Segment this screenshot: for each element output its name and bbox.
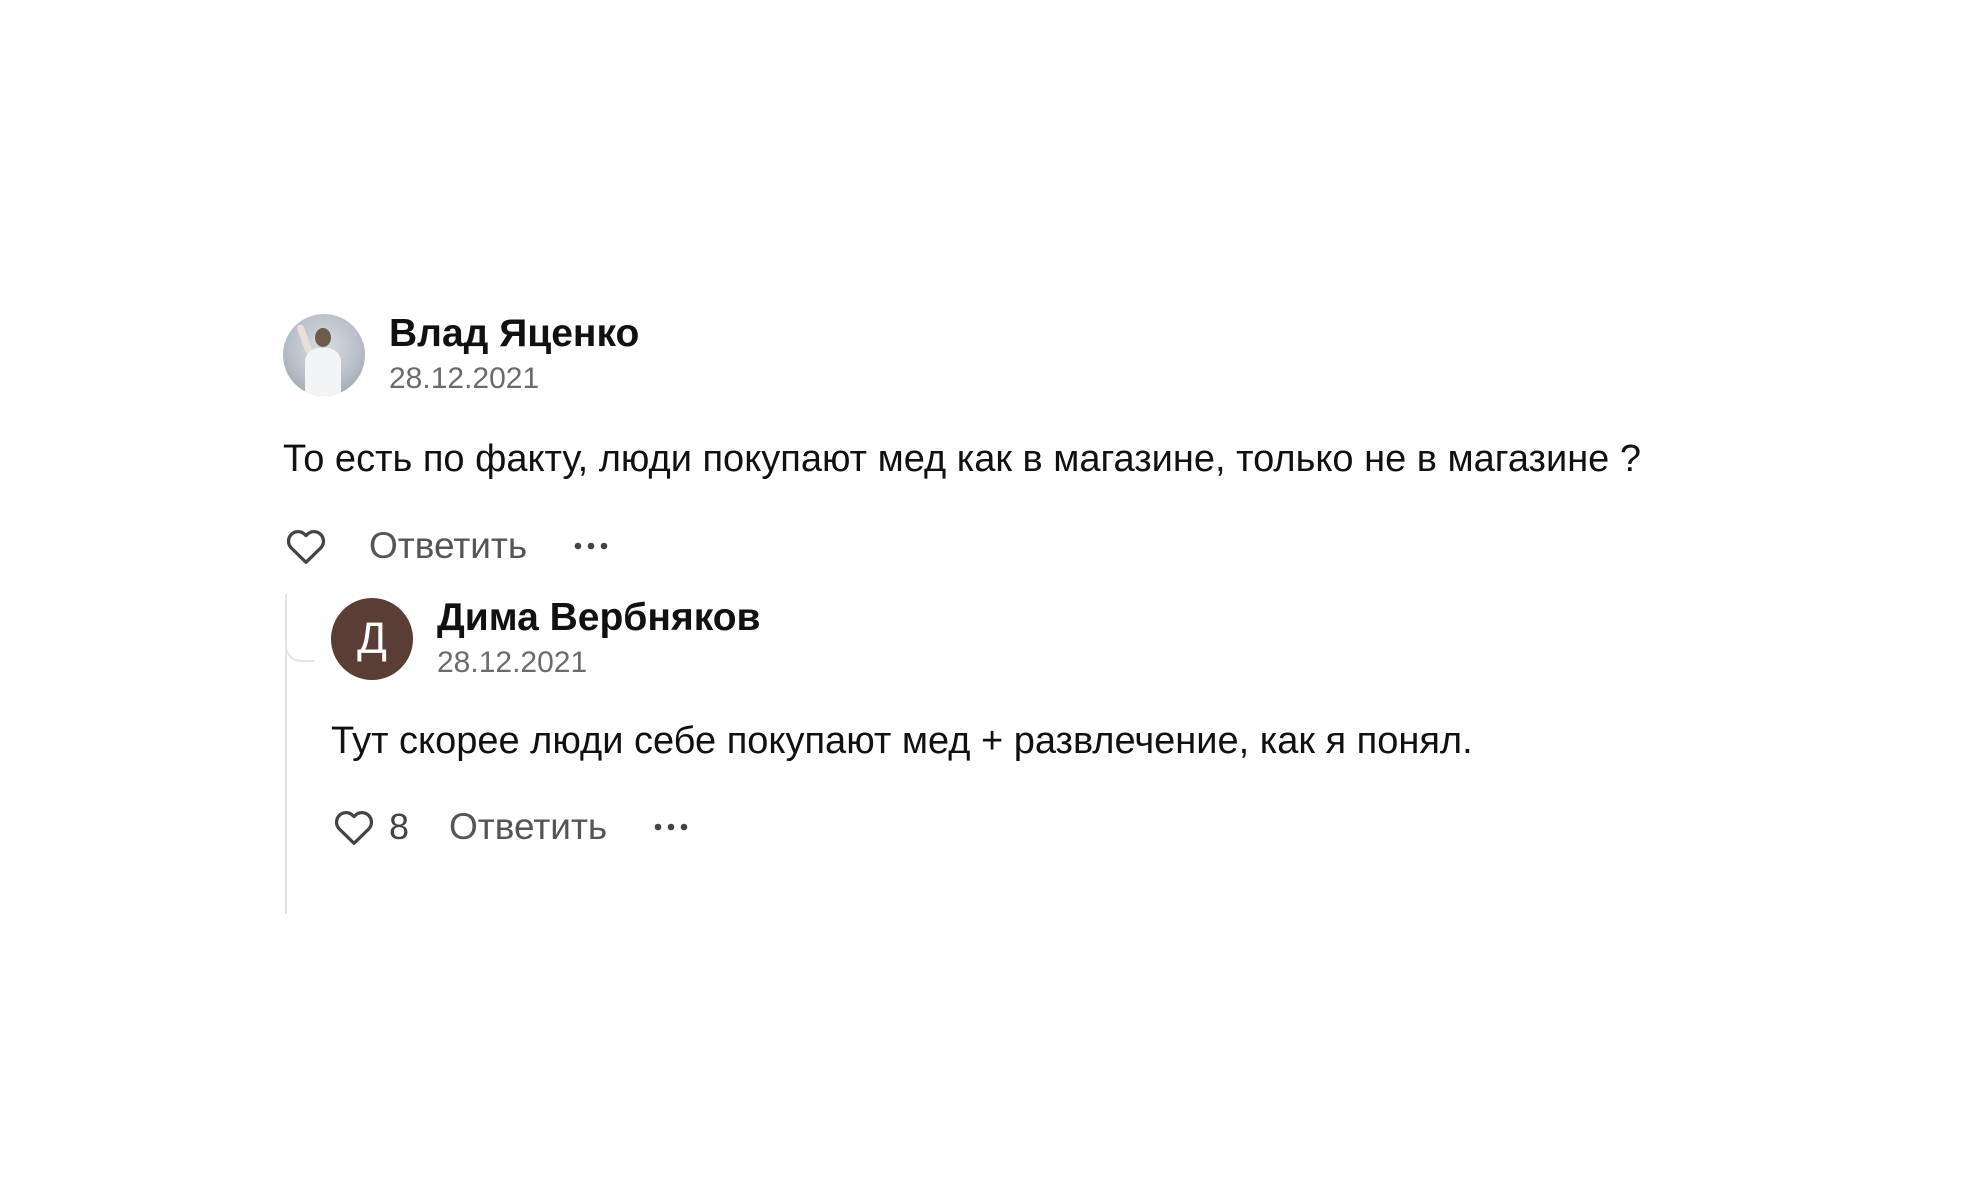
comment-actions: Ответить	[283, 516, 1783, 576]
comment-text: То есть по факту, люди покупают мед как …	[283, 438, 1641, 480]
reply-button[interactable]: Ответить	[449, 806, 607, 848]
reply-text: Тут скорее люди себе покупают мед + разв…	[331, 720, 1473, 762]
reply-actions: 8 Ответить	[331, 797, 1783, 857]
author-avatar[interactable]	[283, 314, 365, 396]
reply-button[interactable]: Ответить	[369, 525, 527, 567]
comment-thread: Влад Яценко 28.12.2021 То есть по факту,…	[283, 310, 1783, 914]
more-dots-icon[interactable]	[571, 526, 611, 566]
reply-date: 28.12.2021	[437, 646, 588, 679]
reply-header: Д Дима Вербняков 28.12.2021	[331, 594, 1783, 684]
author-name[interactable]: Влад Яценко	[389, 311, 639, 357]
reply-comment: Д Дима Вербняков 28.12.2021 Тут скорее л…	[331, 594, 1783, 857]
reply-meta: Дима Вербняков 28.12.2021	[437, 595, 761, 683]
avatar-figure-body	[305, 348, 341, 396]
heart-icon[interactable]	[331, 804, 377, 850]
reply-author-avatar[interactable]: Д	[331, 598, 413, 680]
comment-header: Влад Яценко 28.12.2021	[283, 310, 1783, 400]
thread-branch	[285, 632, 315, 662]
avatar-figure-head	[315, 328, 331, 347]
comment-date: 28.12.2021	[389, 362, 540, 395]
like-count: 8	[389, 806, 410, 847]
replies: Д Дима Вербняков 28.12.2021 Тут скорее л…	[283, 594, 1783, 914]
comment-meta: Влад Яценко 28.12.2021	[389, 311, 639, 399]
heart-icon[interactable]	[283, 523, 329, 569]
comment: Влад Яценко 28.12.2021 То есть по факту,…	[283, 310, 1783, 576]
reply-author-name[interactable]: Дима Вербняков	[437, 595, 761, 641]
more-dots-icon[interactable]	[651, 807, 691, 847]
